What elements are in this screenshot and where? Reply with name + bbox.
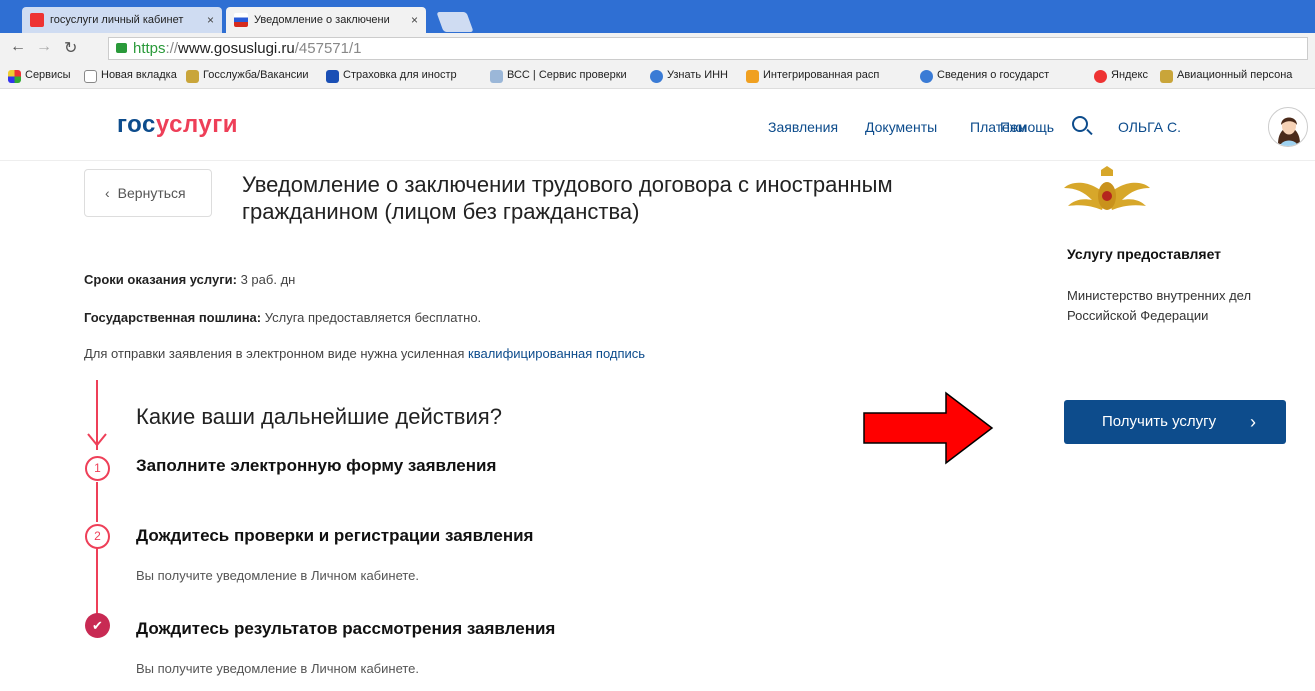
next-steps-heading: Какие ваши дальнейшие действия?	[136, 404, 502, 429]
tab-label: госуслуги личный кабинет	[50, 14, 184, 26]
bookmark-label: Новая вкладка	[101, 69, 177, 81]
yandex-icon	[30, 13, 44, 27]
user-name[interactable]: ОЛЬГА С.	[1118, 119, 1181, 135]
bookmark-label: Госслужба/Вакансии	[203, 69, 309, 81]
step-description: Вы получите уведомление в Личном кабинет…	[136, 568, 420, 583]
bookmark-label: Страховка для иностр	[343, 69, 457, 81]
reload-icon[interactable]: ↻	[64, 38, 77, 58]
step-number: 2	[85, 524, 110, 549]
browser-tab-1[interactable]: госуслуги личный кабинет ×	[22, 7, 222, 33]
red-arrow-icon	[863, 391, 994, 465]
signature-info: Для отправки заявления в электронном вид…	[84, 346, 645, 361]
lock-icon	[116, 43, 127, 53]
forward-arrow-icon[interactable]: →	[36, 38, 52, 56]
globe-icon	[920, 70, 933, 83]
back-arrow-icon[interactable]: ←	[10, 38, 26, 56]
bookmark-label: Яндекс	[1111, 69, 1148, 81]
yandex-icon	[1094, 70, 1107, 83]
step-title: Заполните электронную форму заявления	[136, 456, 497, 475]
page-icon	[84, 70, 97, 83]
signature-text: Для отправки заявления в электронном вид…	[84, 346, 465, 361]
fee-label: Государственная пошлина:	[84, 310, 262, 325]
chevron-left-icon: ‹	[105, 185, 110, 201]
bookmarks-bar: Сервисы Новая вкладка Госслужба/Вакансии…	[0, 64, 1315, 89]
service-terms: Сроки оказания услуги: 3 раб. дн	[84, 272, 295, 287]
signature-link[interactable]: квалифицированная подпись	[468, 346, 645, 361]
back-button-label: Вернуться	[117, 185, 186, 201]
back-button[interactable]: ‹ Вернуться	[84, 169, 212, 217]
url-path: /457571/1	[294, 40, 362, 57]
bookmark-yandex[interactable]: Яндекс	[1094, 69, 1148, 83]
bookmark-label: Сведения о государст	[937, 69, 1050, 81]
bookmark-label: Узнать ИНН	[667, 69, 728, 81]
bookmark-new-tab[interactable]: Новая вкладка	[84, 69, 177, 83]
site-header: госуслуги Заявления Документы Платежи По…	[0, 89, 1315, 161]
bookmark-label: Интегрированная расп	[763, 69, 880, 81]
new-tab-button[interactable]	[436, 12, 474, 32]
flag-icon	[234, 13, 248, 27]
terms-label: Сроки оказания услуги:	[84, 272, 237, 287]
step-connector	[96, 548, 98, 614]
stripes-icon	[326, 70, 339, 83]
step-connector	[96, 482, 98, 522]
url-scheme: https	[133, 40, 166, 57]
step-title: Дождитесь проверки и регистрации заявлен…	[136, 526, 534, 545]
step-title: Дождитесь результатов рассмотрения заявл…	[136, 619, 556, 638]
terms-value: 3 раб. дн	[240, 272, 296, 287]
vss-icon	[490, 70, 503, 83]
service-fee: Государственная пошлина: Услуга предоста…	[84, 310, 481, 325]
bookmark-gossluzhba[interactable]: Госслужба/Вакансии	[186, 69, 309, 83]
sparkle-icon	[746, 70, 759, 83]
provider-name: Министерство внутренних дел Российской Ф…	[1067, 288, 1252, 323]
checkmark-icon: ✔	[85, 613, 110, 638]
nav-documents[interactable]: Документы	[865, 119, 937, 135]
emblem-icon	[1160, 70, 1173, 83]
browser-tab-bar: госуслуги личный кабинет × Уведомление о…	[0, 0, 1315, 33]
step-number: 1	[85, 456, 110, 481]
bookmark-vss[interactable]: ВСС | Сервис проверки	[490, 69, 627, 83]
gosuslugi-logo[interactable]: госуслуги	[117, 111, 238, 139]
search-icon[interactable]	[1072, 116, 1088, 132]
logo-part-uslugi: услуги	[155, 111, 238, 138]
logo-part-gos: гос	[117, 111, 156, 138]
bookmark-services[interactable]: Сервисы	[8, 69, 71, 83]
provider-heading: Услугу предоставляет	[1067, 246, 1222, 262]
globe-icon	[650, 70, 663, 83]
apps-icon	[8, 70, 21, 83]
user-avatar-icon	[1278, 117, 1300, 146]
tab-label: Уведомление о заключени	[254, 14, 390, 26]
bookmark-label: Авиационный персона	[1177, 69, 1293, 81]
url-host: www.gosuslugi.ru	[178, 40, 295, 57]
browser-address-bar: ← → ↻ https://www.gosuslugi.ru/457571/1	[0, 33, 1315, 64]
bookmark-label: ВСС | Сервис проверки	[507, 69, 627, 81]
step-description: Вы получите уведомление в Личном кабинет…	[136, 661, 420, 676]
browser-tab-2[interactable]: Уведомление о заключени ×	[226, 7, 426, 33]
get-service-button[interactable]: Получить услугу ›	[1064, 400, 1286, 444]
bookmark-label: Сервисы	[25, 69, 71, 81]
bookmark-inn[interactable]: Узнать ИНН	[650, 69, 728, 83]
bookmark-integrated[interactable]: Интегрированная расп	[746, 69, 880, 83]
bookmark-state-info[interactable]: Сведения о государст	[920, 69, 1050, 83]
page-title: Уведомление о заключении трудового догов…	[242, 172, 893, 224]
nav-help[interactable]: Помощь	[1000, 119, 1054, 135]
avatar[interactable]	[1268, 107, 1308, 147]
emblem-icon	[186, 70, 199, 83]
mvd-emblem-icon	[1064, 166, 1150, 210]
close-icon[interactable]: ×	[207, 7, 214, 33]
nav-applications[interactable]: Заявления	[768, 119, 838, 135]
chevron-right-icon: ›	[1250, 412, 1256, 432]
close-icon[interactable]: ×	[411, 7, 418, 33]
bookmark-insurance[interactable]: Страховка для иностр	[326, 69, 457, 83]
bookmark-aviation[interactable]: Авиационный персона	[1160, 69, 1293, 83]
get-service-label: Получить услугу	[1102, 413, 1217, 430]
url-separator: ://	[165, 40, 179, 57]
fee-value: Услуга предоставляется бесплатно.	[264, 310, 482, 325]
url-input[interactable]: https://www.gosuslugi.ru/457571/1	[108, 37, 1308, 60]
arrow-down-icon	[87, 433, 107, 447]
